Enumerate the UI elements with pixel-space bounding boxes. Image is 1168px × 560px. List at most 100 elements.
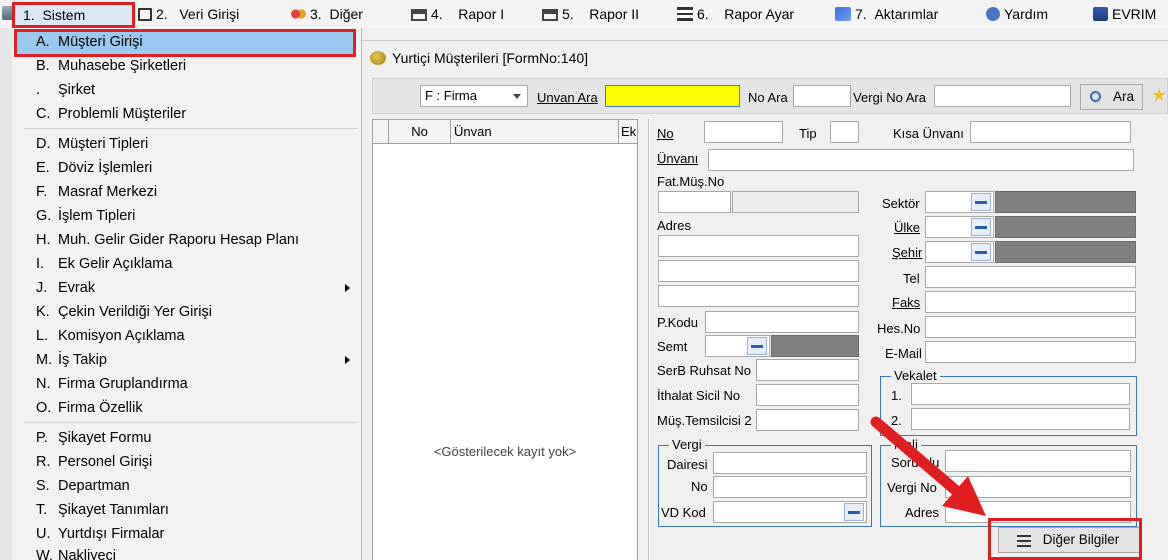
tel-input[interactable] [925, 266, 1136, 288]
ara-button[interactable]: Ara [1080, 84, 1143, 110]
menu-item-label: İş Takip [58, 352, 107, 368]
sehir-label: Şehir [892, 245, 923, 260]
sehir-input[interactable] [925, 241, 994, 263]
kisa-unvani-label: Kısa Ünvanı [893, 126, 964, 141]
menu-item-musteri-girisi[interactable]: A. Müşteri Girişi [14, 29, 356, 57]
menu-item-key: L. [36, 328, 49, 344]
menu-item-sikayet-tanimlari[interactable]: T. Şikayet Tanımları [14, 498, 358, 522]
p-kodu-input[interactable] [705, 311, 859, 333]
vekalet-row-1-input[interactable] [911, 383, 1130, 405]
menu-item-key: K. [36, 304, 50, 320]
menu-item-key: T. [36, 502, 48, 518]
kisa-unvani-input[interactable] [970, 121, 1131, 143]
vd-kod-input[interactable] [713, 501, 867, 523]
star-icon[interactable]: ★ [1151, 85, 1167, 105]
lookup-icon[interactable] [971, 218, 991, 236]
unvani-input[interactable] [708, 149, 1134, 171]
menu-item-sirket[interactable]: . Şirket [14, 78, 358, 102]
vergi-dairesi-label: Dairesi [667, 457, 708, 472]
tel-label: Tel [903, 271, 920, 286]
menu-item-is-takip[interactable]: M. İş Takip [14, 348, 358, 372]
menu-item-evrak[interactable]: J. Evrak [14, 276, 358, 300]
menu-item-yurtdisi-firmalar[interactable]: U. Yurtdışı Firmalar [14, 522, 358, 546]
menu-item-komisyon-aciklama[interactable]: L. Komisyon Açıklama [14, 324, 358, 348]
menu-item-departman[interactable]: S. Departman [14, 474, 358, 498]
menu-item-nakliyeci[interactable]: W. Nakliyeci [14, 544, 358, 560]
menu-item-label: Şirket [58, 82, 96, 98]
adres-line-1[interactable] [658, 235, 859, 257]
mus-temsilcisi-input[interactable] [756, 409, 859, 431]
menu-evrim[interactable]: EVRIM [1093, 3, 1156, 25]
help-icon [986, 7, 1000, 21]
menu-yardim[interactable]: Yardım [986, 3, 1048, 25]
menu-item-key: P. [36, 430, 48, 446]
menu-item-label: Firma Gruplandırma [58, 376, 188, 392]
menu-rapor-2[interactable]: 5. Rapor II [542, 3, 639, 25]
menu-label: Aktarımlar [874, 6, 939, 22]
vergi-no-ara-input[interactable] [934, 85, 1071, 107]
fat-mus-no-input[interactable] [658, 191, 731, 213]
menu-item-key: U. [36, 526, 51, 542]
menu-item-gelir-gider-hesap-plani[interactable]: H. Muh. Gelir Gider Raporu Hesap Planı [14, 228, 358, 252]
menu-label: Rapor Ayar [724, 6, 795, 22]
menu-rapor-1[interactable]: 4. Rapor I [411, 3, 504, 25]
menu-item-problemli-musteriler[interactable]: C. Problemli Müşteriler [14, 102, 358, 126]
menu-item-label: Personel Girişi [58, 454, 153, 470]
menu-item-key: H. [36, 232, 51, 248]
hes-no-input[interactable] [925, 316, 1136, 338]
menu-item-masraf-merkezi[interactable]: F. Masraf Merkezi [14, 180, 358, 204]
menu-item-muhasebe-sirketleri[interactable]: B. Muhasebe Şirketleri [14, 54, 358, 78]
menu-item-key: A. [36, 34, 50, 50]
unvan-ara-input[interactable] [605, 85, 740, 107]
vergi-title: Vergi [669, 437, 705, 453]
sektor-input[interactable] [925, 191, 994, 213]
menu-item-firma-ozellik[interactable]: O. Firma Özellik [14, 396, 358, 420]
grid-header: No Ünvan Ek [373, 120, 637, 144]
menu-veri-girisi[interactable]: 2. Veri Girişi [138, 3, 239, 25]
lookup-icon[interactable] [971, 243, 991, 261]
no-input[interactable] [704, 121, 783, 143]
lookup-icon[interactable] [971, 193, 991, 211]
ulke-label: Ülke [894, 220, 921, 235]
lookup-icon[interactable] [747, 337, 767, 355]
adres-line-3[interactable] [658, 285, 859, 307]
serb-ruhsat-no-input[interactable] [756, 359, 859, 381]
semt-input[interactable] [705, 335, 770, 357]
type-select[interactable]: F : Firma [420, 85, 528, 107]
vergi-dairesi-input[interactable] [713, 452, 867, 474]
ithalat-sicil-no-input[interactable] [756, 384, 859, 406]
menu-item-musteri-tipleri[interactable]: D. Müşteri Tipleri [14, 132, 358, 156]
menu-item-doviz-islemleri[interactable]: E. Döviz İşlemleri [14, 156, 358, 180]
menu-diger[interactable]: 3. Diğer [290, 3, 363, 25]
sistem-dropdown-menu: A. Müşteri Girişi B. Muhasebe Şirketleri .… [0, 28, 362, 560]
faks-input[interactable] [925, 291, 1136, 313]
no-ara-input[interactable] [793, 85, 851, 107]
grid-col-ek[interactable]: Ek [619, 120, 637, 143]
unvani-label: Ünvanı [657, 151, 699, 166]
menu-item-personel-girisi[interactable]: R. Personel Girişi [14, 450, 358, 474]
tip-input[interactable] [830, 121, 859, 143]
ulke-input[interactable] [925, 216, 994, 238]
email-input[interactable] [925, 341, 1136, 363]
menu-item-ek-gelir-aciklama[interactable]: I. Ek Gelir Açıklama [14, 252, 358, 276]
menu-item-sikayet-formu[interactable]: P. Şikayet Formu [14, 426, 358, 450]
menu-item-key: M. [36, 352, 53, 368]
menu-aktarimlar[interactable]: 7. Aktarımlar [835, 3, 938, 25]
menu-item-key: W. [36, 548, 53, 560]
menu-item-label: Nakliyeci [58, 548, 117, 560]
grid-col-unvan[interactable]: Ünvan [451, 120, 619, 143]
menu-item-label: Firma Özellik [58, 400, 143, 416]
menu-sistem[interactable]: 1. Sistem [12, 2, 135, 28]
submenu-arrow-icon [345, 284, 350, 292]
menu-item-key: C. [36, 106, 51, 122]
menu-rapor-ayar[interactable]: 6. Rapor Ayar [677, 3, 794, 25]
vergi-no-input[interactable] [713, 476, 867, 498]
menu-item-islem-tipleri[interactable]: G. İşlem Tipleri [14, 204, 358, 228]
menu-separator [24, 422, 358, 423]
menu-icon-strip [0, 28, 12, 560]
menu-item-firma-gruplandirma[interactable]: N. Firma Gruplandırma [14, 372, 358, 396]
adres-line-2[interactable] [658, 260, 859, 282]
grid-col-no[interactable]: No [389, 120, 451, 143]
menu-item-cek-verildigi-yer[interactable]: K. Çekin Verildiği Yer Girişi [14, 300, 358, 324]
customer-grid[interactable]: No Ünvan Ek <Gösterilecek kayıt yok> [372, 119, 638, 560]
